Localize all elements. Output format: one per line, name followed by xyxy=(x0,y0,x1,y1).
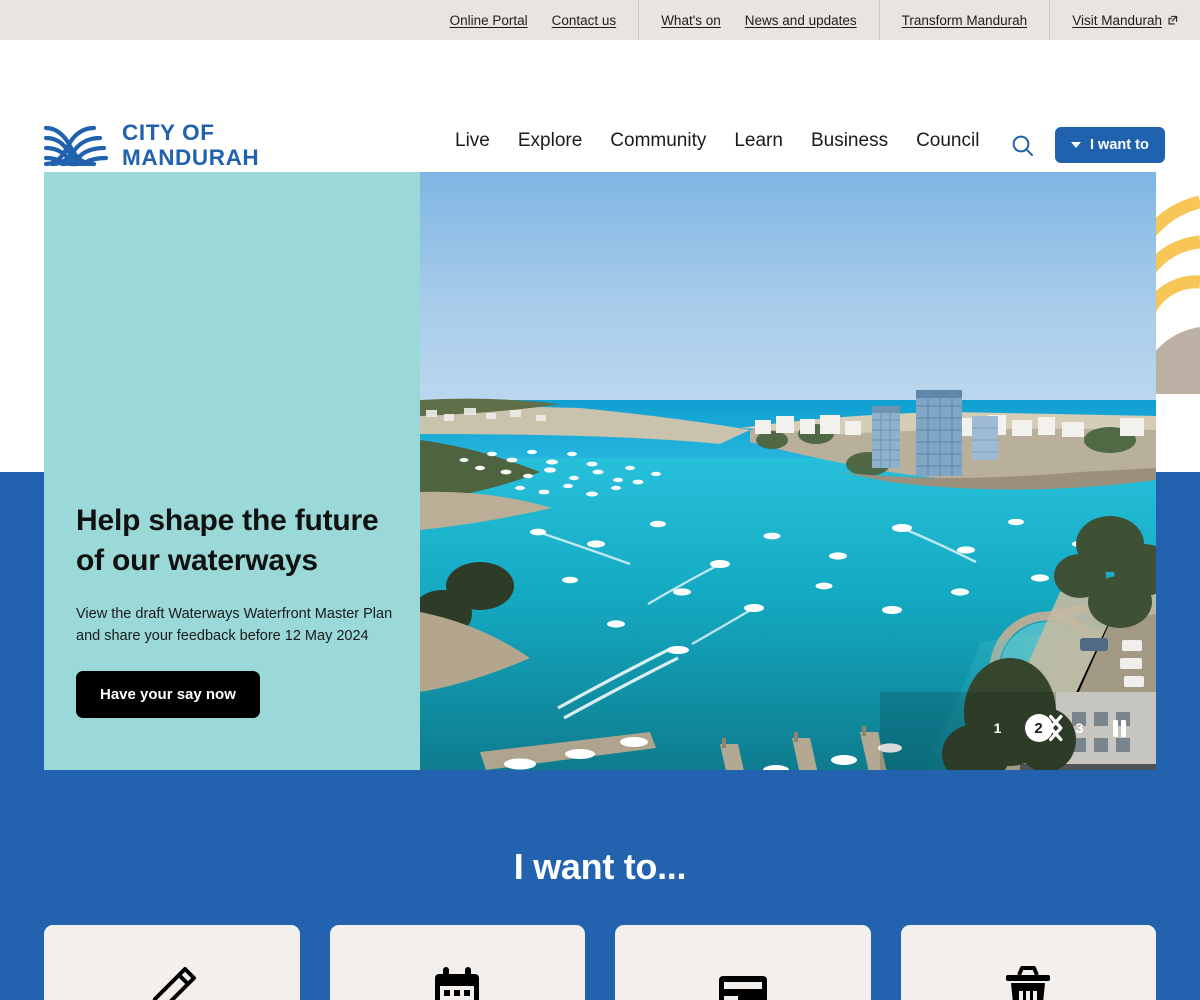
external-link-icon xyxy=(1168,15,1178,24)
logo-line-1: CITY OF xyxy=(122,120,215,145)
primary-navigation: Live Explore Community Learn Business Co… xyxy=(455,130,979,152)
utility-link-label: Transform Mandurah xyxy=(901,12,1028,28)
i-want-to-heading: I want to... xyxy=(513,846,687,887)
utility-link-contact-us[interactable]: Contact us xyxy=(552,13,617,28)
utility-link-label: Contact us xyxy=(551,12,617,28)
nav-item-learn[interactable]: Learn xyxy=(734,130,783,152)
card-credit-card[interactable] xyxy=(615,925,871,1000)
nav-item-community[interactable]: Community xyxy=(610,130,706,152)
hero-title: Help shape the future of our waterways xyxy=(76,501,396,581)
card-calendar[interactable] xyxy=(329,925,585,1000)
utility-bar: Online Portal Contact us What's on News … xyxy=(0,0,1200,40)
hero-title-line-1: Help shape the future xyxy=(76,504,379,537)
hero-text-inner: Help shape the future of our waterways V… xyxy=(76,501,396,718)
card-pencil[interactable] xyxy=(44,925,300,1000)
utility-link-label: Online Portal xyxy=(449,12,528,28)
mandurah-waves-logo-icon xyxy=(44,125,108,167)
card-bin[interactable] xyxy=(900,925,1156,1000)
utility-link-transform-mandurah[interactable]: Transform Mandurah xyxy=(902,13,1028,28)
utility-link-label: Visit Mandurah xyxy=(1072,12,1162,28)
hero-image: 1 2 3 xyxy=(420,172,1156,770)
search-icon[interactable] xyxy=(1010,133,1036,159)
utility-group-2: What's on News and updates xyxy=(638,0,878,40)
logo-wordmark: CITY OF MANDURAH xyxy=(122,120,259,170)
site-header: CITY OF MANDURAH Live Explore Community … xyxy=(0,40,1200,172)
nav-item-council[interactable]: Council xyxy=(916,130,979,152)
credit-card-icon xyxy=(718,976,767,1000)
calendar-icon xyxy=(435,967,480,1000)
utility-link-label: What's on xyxy=(661,12,721,28)
hero-carousel-controls: 1 2 3 xyxy=(985,714,1127,742)
utility-group-1: Online Portal Contact us xyxy=(428,0,639,40)
site-logo[interactable]: CITY OF MANDURAH xyxy=(44,118,259,172)
nav-item-live[interactable]: Live xyxy=(455,130,490,152)
utility-link-visit-mandurah[interactable]: Visit Mandurah xyxy=(1072,13,1178,28)
hero-subtitle: View the draft Waterways Waterfront Mast… xyxy=(76,606,393,644)
utility-link-whats-on[interactable]: What's on xyxy=(661,13,721,28)
hero-image-illustration xyxy=(420,172,1156,770)
i-want-to-cards xyxy=(44,925,1156,1000)
utility-group-3: Transform Mandurah xyxy=(878,0,1050,40)
nav-item-explore[interactable]: Explore xyxy=(518,130,582,152)
utility-link-online-portal[interactable]: Online Portal xyxy=(450,13,528,28)
have-your-say-button[interactable]: Have your say now xyxy=(76,671,260,718)
nav-item-business[interactable]: Business xyxy=(811,130,888,152)
page-root: Online Portal Contact us What's on News … xyxy=(0,0,1200,1000)
utility-link-label: News and updates xyxy=(744,12,857,28)
hero-text-panel: Help shape the future of our waterways V… xyxy=(44,172,420,770)
i-want-to-button[interactable]: I want to xyxy=(1055,127,1165,163)
chevron-right-icon[interactable] xyxy=(985,714,1127,742)
hero-title-line-2: of our waterways xyxy=(76,544,318,577)
chevron-down-icon xyxy=(1071,142,1081,148)
utility-link-news-and-updates[interactable]: News and updates xyxy=(745,13,857,28)
i-want-to-button-label: I want to xyxy=(1090,137,1149,153)
hero-carousel: Help shape the future of our waterways V… xyxy=(44,172,1156,770)
utility-group-4: Visit Mandurah xyxy=(1049,0,1200,40)
pencil-icon xyxy=(152,967,196,1000)
logo-line-2: MANDURAH xyxy=(122,145,260,170)
bin-icon xyxy=(1006,966,1051,1000)
